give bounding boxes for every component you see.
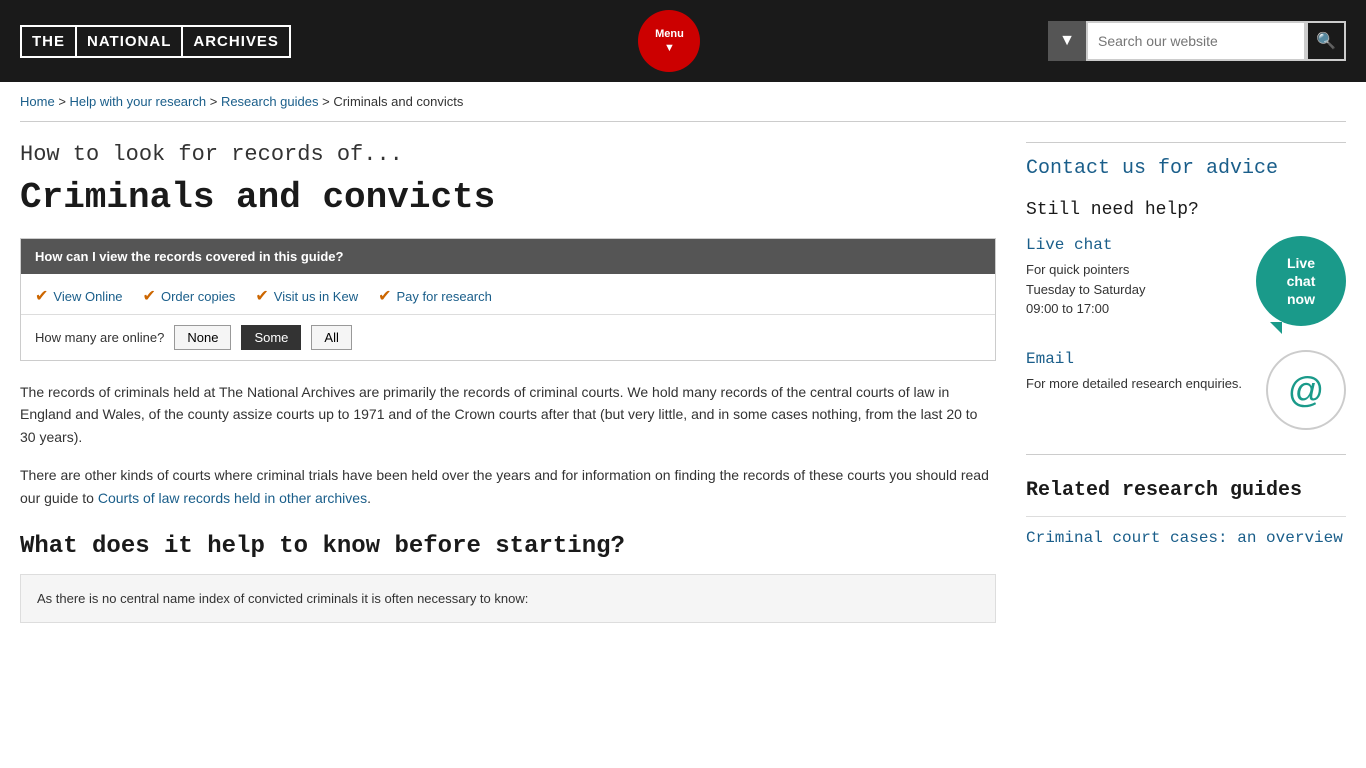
info-box: As there is no central name index of con…: [20, 574, 996, 624]
live-chat-desc-line2: Tuesday to Saturday: [1026, 280, 1240, 300]
visit-kew-option: ✔ Visit us in Kew: [255, 286, 358, 306]
email-icon: @: [1266, 350, 1346, 430]
filter-label: How many are online?: [35, 330, 164, 345]
breadcrumb: Home > Help with your research > Researc…: [0, 82, 1366, 121]
at-sign-icon: @: [1288, 369, 1325, 411]
live-chat-desc-line1: For quick pointers: [1026, 260, 1240, 280]
visit-kew-link[interactable]: Visit us in Kew: [274, 289, 358, 304]
menu-label: Menu: [655, 28, 684, 40]
breadcrumb-research-guides[interactable]: Research guides: [221, 94, 319, 109]
checkmark-icon: ✔: [378, 286, 391, 306]
menu-chevron-icon: ▼: [664, 42, 675, 54]
page-title: Criminals and convicts: [20, 177, 996, 218]
filter-all-button[interactable]: All: [311, 325, 351, 350]
records-box-header: How can I view the records covered in th…: [21, 239, 995, 274]
section2-heading: What does it help to know before startin…: [20, 533, 996, 560]
search-area: ▼ 🔍: [1048, 21, 1346, 61]
courts-link[interactable]: Courts of law records held in other arch…: [98, 490, 367, 506]
live-chat-bubble[interactable]: Live chat now: [1256, 236, 1346, 326]
still-need-help-heading: Still need help?: [1026, 200, 1346, 220]
view-online-option: ✔ View Online: [35, 286, 123, 306]
pay-research-option: ✔ Pay for research: [378, 286, 492, 306]
menu-button[interactable]: Menu ▼: [638, 10, 700, 72]
logo-part-archives: ARCHIVES: [183, 27, 289, 56]
sidebar: Contact us for advice Still need help? L…: [1026, 132, 1346, 653]
checkmark-icon: ✔: [143, 286, 156, 306]
checkmark-icon: ✔: [35, 286, 48, 306]
live-chat-section: Live chat For quick pointers Tuesday to …: [1026, 236, 1346, 326]
live-chat-bubble-line1: Live: [1287, 254, 1315, 272]
contact-advice-link[interactable]: Contact us for advice: [1026, 157, 1346, 180]
online-filter: How many are online? None Some All: [21, 315, 995, 360]
checkmark-icon: ✔: [255, 286, 268, 306]
breadcrumb-help[interactable]: Help with your research: [70, 94, 207, 109]
live-chat-bubble-line2: chat: [1287, 272, 1316, 290]
search-toggle-button[interactable]: ▼: [1048, 21, 1086, 61]
search-icon: 🔍: [1316, 31, 1336, 51]
live-chat-description: For quick pointers Tuesday to Saturday 0…: [1026, 260, 1240, 319]
order-copies-link[interactable]: Order copies: [161, 289, 235, 304]
body-para-1: The records of criminals held at The Nat…: [20, 381, 996, 448]
live-chat-text: Live chat For quick pointers Tuesday to …: [1026, 236, 1240, 319]
search-input[interactable]: [1086, 21, 1306, 61]
top-divider: [20, 121, 1346, 122]
related-guides-heading: Related research guides: [1026, 479, 1346, 502]
live-chat-link[interactable]: Live chat: [1026, 236, 1240, 254]
pay-research-link[interactable]: Pay for research: [396, 289, 491, 304]
page-wrap: How to look for records of... Criminals …: [0, 132, 1366, 653]
email-section: Email For more detailed research enquiri…: [1026, 350, 1346, 455]
site-logo[interactable]: THE NATIONAL ARCHIVES: [20, 25, 291, 58]
live-chat-desc-line3: 09:00 to 17:00: [1026, 299, 1240, 319]
related-guide-link-1[interactable]: Criminal court cases: an overview: [1026, 516, 1346, 547]
contact-divider: [1026, 142, 1346, 143]
logo-part-national: NATIONAL: [77, 27, 183, 56]
dropdown-icon: ▼: [1059, 32, 1075, 50]
live-chat-bubble-line3: now: [1287, 290, 1315, 308]
body-para-2: There are other kinds of courts where cr…: [20, 464, 996, 509]
filter-none-button[interactable]: None: [174, 325, 231, 350]
email-description: For more detailed research enquiries.: [1026, 374, 1250, 394]
records-options: ✔ View Online ✔ Order copies ✔ Visit us …: [21, 274, 995, 315]
info-box-text: As there is no central name index of con…: [37, 589, 979, 609]
view-online-link[interactable]: View Online: [53, 289, 122, 304]
site-header: THE NATIONAL ARCHIVES Menu ▼ ▼ 🔍: [0, 0, 1366, 82]
page-subtitle: How to look for records of...: [20, 142, 996, 167]
breadcrumb-current: Criminals and convicts: [333, 94, 463, 109]
filter-some-button[interactable]: Some: [241, 325, 301, 350]
main-content: How to look for records of... Criminals …: [20, 132, 996, 653]
breadcrumb-home[interactable]: Home: [20, 94, 55, 109]
email-link[interactable]: Email: [1026, 350, 1250, 368]
search-submit-button[interactable]: 🔍: [1306, 21, 1346, 61]
order-copies-option: ✔ Order copies: [143, 286, 236, 306]
logo-part-the: THE: [22, 27, 77, 56]
records-box: How can I view the records covered in th…: [20, 238, 996, 361]
email-text: Email For more detailed research enquiri…: [1026, 350, 1250, 394]
